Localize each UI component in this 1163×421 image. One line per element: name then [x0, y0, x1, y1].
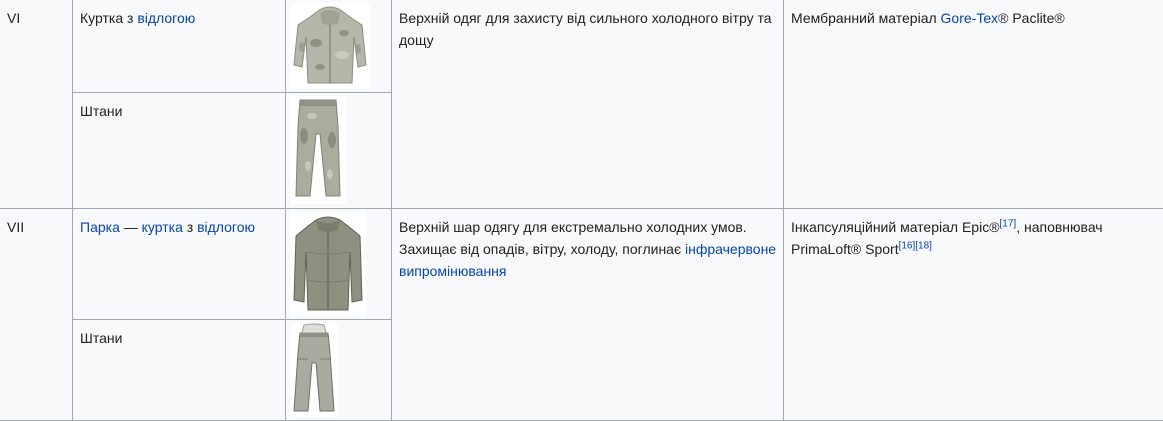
camo-trousers-image[interactable]: [290, 96, 346, 204]
item-text: Куртка з: [80, 10, 138, 26]
image-cell: [285, 208, 392, 320]
purpose-text: Верхній одяг для захисту від сильного хо…: [399, 10, 772, 48]
item-cell: Парка — куртка з відлогою: [72, 208, 286, 320]
item-text: Штани: [80, 330, 123, 346]
item-sep: —: [119, 219, 142, 235]
level-number: VI: [7, 10, 21, 26]
image-cell: [285, 319, 392, 421]
trousers-image[interactable]: [290, 323, 338, 417]
reference-18-link[interactable]: [18]: [915, 240, 932, 251]
purpose-cell: Верхній шар одягу для екстремально холод…: [391, 208, 784, 421]
purpose-cell: Верхній одяг для захисту від сильного хо…: [391, 0, 784, 209]
table-row: VI Куртка з відлогою Верхній одяг для за…: [0, 0, 1163, 209]
gore-tex-link[interactable]: Gore-Tex: [941, 10, 999, 26]
clothing-table: VI Куртка з відлогою Верхній одяг для за…: [0, 0, 1163, 421]
camo-jacket-image[interactable]: [290, 3, 370, 89]
item-cell: Штани: [72, 92, 286, 209]
reference-16-link[interactable]: [16]: [899, 240, 916, 251]
image-cell: [285, 92, 392, 209]
level-cell: VI: [0, 0, 73, 209]
image-cell: [285, 0, 392, 93]
item-cell: Куртка з відлогою: [72, 0, 286, 93]
reference-17-link[interactable]: [17]: [1000, 218, 1017, 229]
material-text: Інкапсуляційний матеріал Epic®: [791, 219, 1000, 235]
table-row: VII Парка — куртка з відлогою Верхній ша…: [0, 208, 1163, 421]
level-cell: VII: [0, 208, 73, 421]
item-text: з: [182, 219, 198, 235]
hood-link[interactable]: відлогою: [137, 10, 195, 26]
parka-link[interactable]: Парка: [80, 219, 120, 235]
item-text: Штани: [80, 103, 123, 119]
hood-link[interactable]: відлогою: [197, 219, 255, 235]
material-cell: Інкапсуляційний матеріал Epic®[17], напо…: [783, 208, 1163, 421]
material-suffix: ® Paclite®: [998, 10, 1065, 26]
parka-jacket-image[interactable]: [290, 212, 366, 316]
level-number: VII: [7, 219, 25, 235]
jacket-link[interactable]: куртка: [142, 219, 183, 235]
item-cell: Штани: [72, 319, 286, 421]
material-text: Мембранний матеріал: [791, 10, 941, 26]
material-cell: Мембранний матеріал Gore-Tex® Paclite®: [783, 0, 1163, 209]
